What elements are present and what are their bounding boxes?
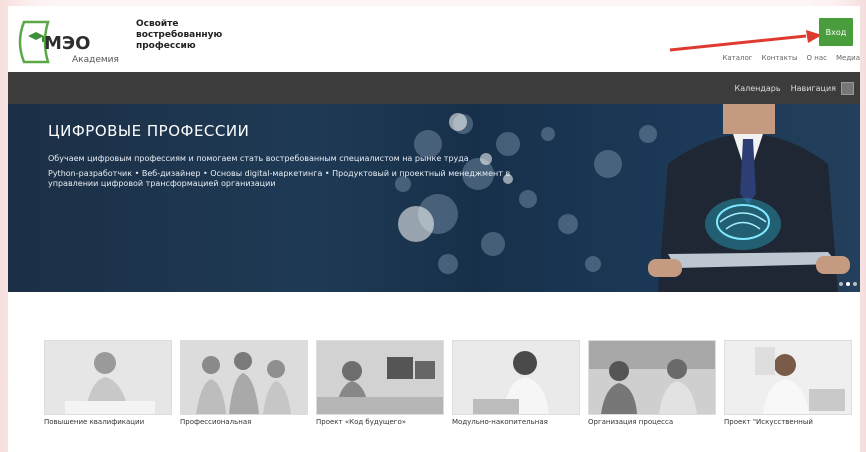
card-title[interactable]: Проект "Искусственный: [724, 418, 852, 426]
slider-dot[interactable]: [839, 282, 843, 286]
site-header: МЭО Академия Освойте востребованную проф…: [8, 6, 860, 72]
hero-banner[interactable]: ЦИФРОВЫЕ ПРОФЕССИИ Обучаем цифровым проф…: [8, 104, 860, 292]
page: МЭО Академия Освойте востребованную проф…: [8, 6, 860, 452]
card-title[interactable]: Повышение квалификации: [44, 418, 172, 426]
banner-title: ЦИФРОВЫЕ ПРОФЕССИИ: [48, 122, 250, 140]
program-card[interactable]: Организация процесса: [588, 340, 716, 426]
menu-toggle-icon[interactable]: [841, 82, 854, 95]
logo[interactable]: МЭО Академия: [14, 16, 134, 68]
logo-brand: МЭО: [44, 33, 90, 54]
top-nav: Каталог Контакты О нас Медиа: [722, 54, 860, 62]
card-image[interactable]: [44, 340, 172, 415]
card-image[interactable]: [452, 340, 580, 415]
card-title[interactable]: Организация процесса: [588, 418, 716, 426]
program-card[interactable]: Профессиональная: [180, 340, 308, 426]
card-image[interactable]: [724, 340, 852, 415]
program-card[interactable]: Повышение квалификации: [44, 340, 172, 426]
program-card[interactable]: Модульно-накопительная: [452, 340, 580, 426]
logo-subtitle: Академия: [72, 55, 119, 65]
program-cards: Повышение квалификации Профессиональная: [44, 340, 856, 426]
nav-contacts[interactable]: Контакты: [761, 54, 797, 62]
card-image[interactable]: [180, 340, 308, 415]
subnav-navigation[interactable]: Навигация: [791, 84, 836, 93]
slider-dot-active[interactable]: [846, 282, 850, 286]
card-title[interactable]: Профессиональная: [180, 418, 308, 426]
banner-course-list: Python-разработчик • Веб-дизайнер • Осно…: [48, 169, 511, 188]
nav-catalog[interactable]: Каталог: [722, 54, 752, 62]
program-card[interactable]: Проект «Код будущего»: [316, 340, 444, 426]
nav-media[interactable]: Медиа: [836, 54, 860, 62]
nav-about[interactable]: О нас: [807, 54, 827, 62]
slider-dots: [839, 282, 857, 286]
banner-subtitle: Обучаем цифровым профессиям и помогаем с…: [48, 154, 469, 163]
program-card[interactable]: Проект "Искусственный: [724, 340, 852, 426]
card-title[interactable]: Проект «Код будущего»: [316, 418, 444, 426]
subnav-calendar[interactable]: Календарь: [735, 84, 781, 93]
login-button[interactable]: Вход: [819, 18, 853, 46]
sub-nav-bar: Календарь Навигация: [8, 72, 860, 104]
slider-dot[interactable]: [853, 282, 857, 286]
card-image[interactable]: [316, 340, 444, 415]
card-title[interactable]: Модульно-накопительная: [452, 418, 580, 426]
header-slogan: Освойте востребованную профессию: [136, 19, 223, 51]
card-image[interactable]: [588, 340, 716, 415]
